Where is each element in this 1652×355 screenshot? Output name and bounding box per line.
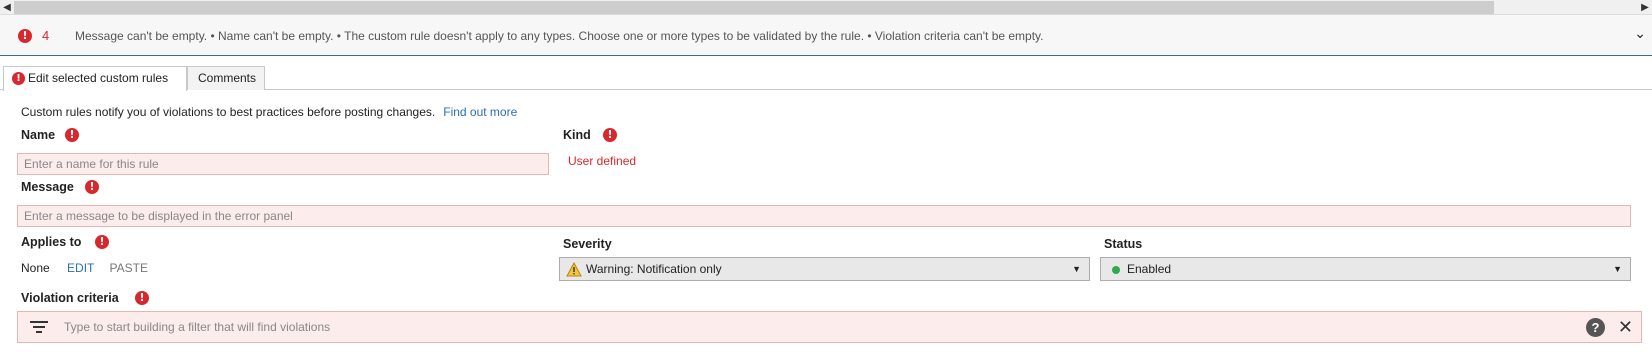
tab-strip: ! Edit selected custom rules Comments bbox=[0, 66, 1652, 91]
name-label-text: Name bbox=[21, 128, 56, 142]
dropdown-caret-icon: ▼ bbox=[1613, 264, 1622, 274]
edit-button[interactable]: EDIT bbox=[67, 261, 94, 275]
status-select[interactable]: Enabled ▼ bbox=[1100, 257, 1631, 281]
applies-to-label: Applies to ! bbox=[21, 235, 109, 249]
help-icon[interactable]: ? bbox=[1586, 318, 1605, 337]
severity-value: Warning: Notification only bbox=[586, 262, 722, 276]
paste-button[interactable]: PASTE bbox=[110, 261, 148, 275]
error-messages: Message can't be empty. • Name can't be … bbox=[75, 29, 1044, 43]
message-input[interactable]: Enter a message to be displayed in the e… bbox=[17, 205, 1631, 227]
message-label-text: Message bbox=[21, 180, 74, 194]
status-label: Status bbox=[1104, 237, 1143, 251]
tab-error-icon: ! bbox=[12, 72, 25, 85]
intro-text: Custom rules notify you of violations to… bbox=[21, 105, 517, 119]
expand-chevron-icon[interactable]: ⌄ bbox=[1634, 25, 1646, 42]
violation-filter-placeholder: Type to start building a filter that wil… bbox=[64, 320, 331, 334]
name-input[interactable]: Enter a name for this rule bbox=[17, 153, 549, 175]
severity-label: Severity bbox=[563, 237, 612, 251]
scroll-left-icon[interactable]: ◀ bbox=[0, 0, 14, 15]
kind-error-icon: ! bbox=[603, 128, 617, 142]
applies-to-error-icon: ! bbox=[95, 235, 109, 249]
kind-value: User defined bbox=[568, 154, 637, 168]
violation-filter-input[interactable]: Type to start building a filter that wil… bbox=[17, 311, 1642, 343]
message-label: Message ! bbox=[21, 180, 99, 194]
find-out-more-link[interactable]: Find out more bbox=[443, 105, 517, 119]
scrollbar-thumb[interactable] bbox=[14, 1, 1494, 14]
tab-comments[interactable]: Comments bbox=[187, 66, 265, 90]
message-error-icon: ! bbox=[85, 180, 99, 194]
enabled-status-dot-icon bbox=[1112, 266, 1120, 274]
name-error-icon: ! bbox=[65, 128, 79, 142]
violation-criteria-label-text: Violation criteria bbox=[21, 291, 119, 305]
close-icon[interactable]: ✕ bbox=[1618, 316, 1633, 338]
validation-summary-bar: ! 4 Message can't be empty. • Name can't… bbox=[0, 15, 1652, 56]
violation-criteria-error-icon: ! bbox=[135, 291, 149, 305]
status-value: Enabled bbox=[1127, 262, 1172, 276]
tab-label: Comments bbox=[198, 71, 257, 85]
kind-label-text: Kind bbox=[563, 128, 591, 142]
kind-label: Kind ! bbox=[563, 128, 617, 142]
error-icon: ! bbox=[18, 29, 32, 43]
applies-to-label-text: Applies to bbox=[21, 235, 82, 249]
intro-description: Custom rules notify you of violations to… bbox=[21, 105, 436, 119]
error-count: 4 bbox=[42, 28, 50, 43]
applies-to-value: None bbox=[21, 261, 50, 275]
dropdown-caret-icon: ▼ bbox=[1072, 264, 1081, 274]
violation-criteria-label: Violation criteria ! bbox=[21, 291, 149, 305]
filter-icon[interactable] bbox=[30, 321, 48, 334]
name-label: Name ! bbox=[21, 128, 79, 142]
severity-select[interactable]: Warning: Notification only ▼ bbox=[559, 257, 1090, 281]
horizontal-scrollbar[interactable]: ◀ ▶ bbox=[0, 0, 1652, 15]
tab-edit-custom-rules[interactable]: ! Edit selected custom rules bbox=[3, 66, 187, 91]
warning-icon bbox=[566, 262, 582, 277]
applies-to-row: None EDIT PASTE bbox=[21, 261, 148, 275]
scroll-right-icon[interactable]: ▶ bbox=[1638, 0, 1652, 15]
tab-label: Edit selected custom rules bbox=[28, 71, 169, 85]
